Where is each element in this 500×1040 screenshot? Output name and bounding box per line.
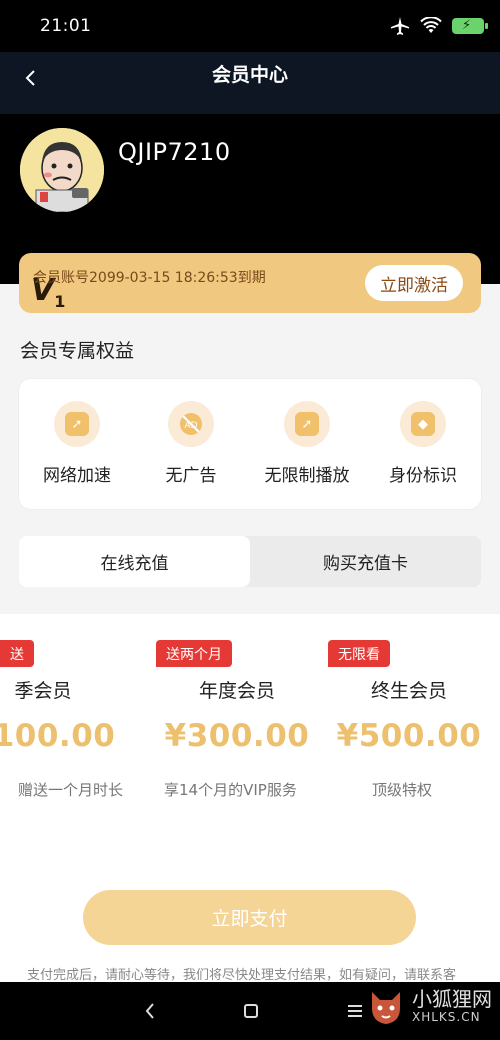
benefit-label: 身份标识	[389, 466, 457, 486]
plans-carousel[interactable]: 送 季会员 ¥100.00 赠送一个月时长 送两个月 年度会员 ¥300.00 …	[0, 614, 500, 884]
plan-name: 年度会员	[198, 680, 275, 702]
watermark-sub: XHLKS.CN	[412, 1010, 481, 1024]
plan-price: ¥300.00	[164, 718, 310, 754]
plan-desc: 顶级特权	[372, 781, 433, 799]
watermark-text: 小狐狸网	[412, 987, 492, 1011]
plan-card[interactable]: 送 季会员 ¥100.00 赠送一个月时长	[0, 640, 124, 830]
nav-menu-icon	[348, 1005, 362, 1017]
app-root: 21:01 ⚡ 会员中心 QJIP7210 V1 会员账号2099-03-15 …	[0, 0, 500, 1040]
play-icon: ➚	[284, 401, 330, 447]
benefits-title: 会员专属权益	[20, 340, 135, 362]
plan-tag: 无限看	[328, 640, 390, 667]
avatar-image	[20, 128, 104, 212]
fox-logo-icon	[372, 992, 400, 1024]
plan-card[interactable]: 送两个月 年度会员 ¥300.00 享14个月的VIP服务	[156, 640, 318, 830]
tab-online-recharge[interactable]: 在线充值	[19, 536, 250, 587]
plan-tag: 送	[0, 640, 34, 667]
page-title: 会员中心	[211, 64, 288, 86]
diamond-icon: ◆	[400, 401, 446, 447]
no-ad-icon: AD	[168, 401, 214, 447]
avatar[interactable]	[20, 128, 104, 212]
watermark: 小狐狸网 XHLKS.CN	[366, 986, 492, 1026]
benefit-item[interactable]: ➚ 网络加速	[27, 401, 127, 486]
status-icons: ⚡	[390, 14, 488, 38]
rocket-icon: ➚	[54, 401, 100, 447]
member-expiry: 会员账号2099-03-15 18:26:53到期	[33, 270, 266, 286]
recharge-tabs: 在线充值 购买充值卡	[19, 536, 481, 587]
plan-card[interactable]: 无限看 终生会员 ¥500.00 顶级特权	[328, 640, 490, 830]
battery-icon: ⚡	[452, 18, 488, 34]
benefit-item[interactable]: ◆ 身份标识	[373, 401, 473, 486]
member-card: V1 会员账号2099-03-15 18:26:53到期 立即激活	[19, 253, 481, 313]
plan-price: ¥100.00	[0, 718, 116, 754]
plan-desc: 赠送一个月时长	[18, 781, 124, 799]
system-nav-bar: 小狐狸网 XHLKS.CN	[0, 982, 500, 1040]
wifi-icon	[420, 17, 442, 33]
status-bar: 21:01 ⚡	[0, 0, 500, 52]
airplane-icon	[391, 17, 409, 35]
benefit-item[interactable]: ➚ 无限制播放	[257, 401, 357, 486]
benefit-label: 网络加速	[43, 466, 111, 486]
plan-name: 季会员	[14, 680, 72, 702]
plan-name: 终生会员	[370, 680, 447, 702]
plan-price: ¥500.00	[336, 718, 482, 754]
benefit-item[interactable]: AD 无广告	[141, 401, 241, 486]
nav-home-icon	[244, 1004, 258, 1018]
benefit-label: 无广告	[165, 466, 217, 486]
payment-notice: 支付完成后，请耐心等待，我们将尽快处理支付结果，如有疑问，请联系客	[27, 968, 457, 983]
pay-button[interactable]: 立即支付	[83, 890, 416, 945]
benefits-panel: ➚ 网络加速 AD 无广告 ➚ 无限制播放 ◆ 身份标识	[19, 379, 481, 509]
plan-tag: 送两个月	[156, 640, 232, 667]
nav-back-icon	[145, 1003, 154, 1019]
status-time: 21:01	[40, 16, 92, 36]
nav-home-button[interactable]	[231, 996, 271, 1026]
activate-button[interactable]: 立即激活	[365, 265, 463, 301]
title-bar: 会员中心	[0, 52, 500, 114]
nav-back-button[interactable]	[130, 996, 170, 1026]
username: QJIP7210	[118, 138, 231, 166]
benefit-label: 无限制播放	[264, 466, 350, 486]
tab-buy-card[interactable]: 购买充值卡	[250, 536, 481, 587]
plan-desc: 享14个月的VIP服务	[164, 781, 297, 799]
